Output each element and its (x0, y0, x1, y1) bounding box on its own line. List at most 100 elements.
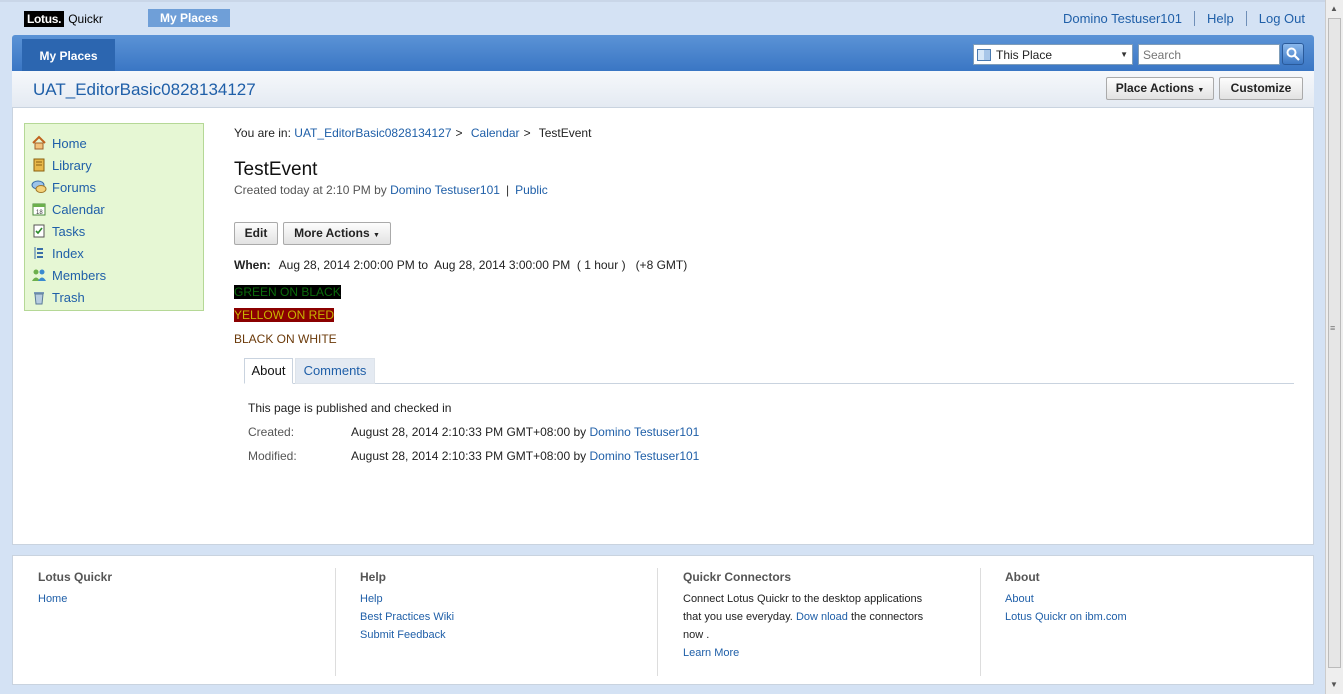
scroll-thumb[interactable] (1328, 18, 1341, 668)
footer-divider (980, 568, 981, 676)
place-grid-icon (977, 48, 991, 61)
dropdown-arrow-icon: ▼ (1120, 50, 1128, 59)
my-places-top-tab[interactable]: My Places (148, 9, 230, 27)
yellow-on-red-text: YELLOW ON RED (234, 308, 335, 322)
breadcrumb-place[interactable]: UAT_EditorBasic0828134127 (294, 126, 451, 140)
forums-icon (31, 180, 47, 193)
scroll-grip-icon: ≡ (1330, 323, 1336, 333)
sidebar-nav: Home Library Forums 18 Calendar Tasks In… (24, 123, 204, 311)
sidebar-item-members[interactable]: Members (25, 264, 203, 286)
chevron-down-icon: ▼ (372, 232, 380, 239)
sidebar-item-index[interactable]: Index (25, 242, 203, 264)
search-input[interactable] (1138, 44, 1280, 65)
footer-heading: Quickr Connectors (683, 570, 792, 584)
sidebar-item-label: Library (52, 157, 92, 173)
customize-button[interactable]: Customize (1219, 77, 1303, 100)
created-text: Created today at 2:10 PM by (234, 183, 387, 197)
tab-comments[interactable]: Comments (295, 358, 375, 384)
modified-label: Modified: (248, 449, 297, 463)
modified-row: Modified: August 28, 2014 2:10:33 PM GMT+… (248, 449, 699, 463)
when-label: When: (234, 258, 271, 272)
scope-select-value: This Place (996, 47, 1053, 62)
sidebar-item-label: Index (52, 245, 84, 261)
sidebar-item-home[interactable]: Home (25, 132, 203, 154)
banner-links: Domino Testuser101 Help Log Out (1051, 11, 1305, 26)
footer-col-about: About About Lotus Quickr on ibm.com (1005, 568, 1295, 676)
top-banner: Lotus. Quickr My Places Domino Testuser1… (0, 0, 1325, 34)
created-label: Created: (248, 425, 295, 439)
edit-button[interactable]: Edit (234, 222, 278, 245)
vertical-scrollbar[interactable]: ▲ ≡ ▼ (1325, 0, 1343, 694)
created-by-link[interactable]: Domino Testuser101 (590, 425, 700, 439)
home-icon (32, 135, 46, 150)
place-title[interactable]: UAT_EditorBasic0828134127 (33, 80, 256, 100)
footer-heading: Help (360, 570, 387, 584)
author-link[interactable]: Domino Testuser101 (390, 183, 500, 197)
title-bar: My Places This Place ▼ (12, 35, 1314, 71)
footer-about-link[interactable]: About (1005, 590, 1295, 608)
chevron-down-icon: ▼ (1197, 87, 1205, 94)
sidebar-item-label: Members (52, 267, 107, 283)
place-actions-label: Place Actions (1115, 81, 1194, 95)
footer-divider (335, 568, 336, 676)
detail-tabs: About Comments (244, 358, 1294, 384)
sidebar-item-label: Home (52, 135, 87, 151)
footer-feedback-link[interactable]: Submit Feedback (360, 626, 650, 644)
sidebar-item-forums[interactable]: Forums (25, 176, 203, 198)
download-link[interactable]: Dow nload (796, 611, 848, 623)
page-title: TestEvent (234, 159, 318, 180)
footer-home-link[interactable]: Home (38, 590, 328, 608)
footer: Lotus Quickr Home Help Help Best Practic… (12, 555, 1314, 685)
scroll-up-icon[interactable]: ▲ (1330, 4, 1338, 13)
library-icon (33, 158, 45, 172)
index-icon (34, 247, 43, 259)
sidebar-item-tasks[interactable]: Tasks (25, 220, 203, 242)
footer-heading: About (1005, 570, 1040, 584)
help-link[interactable]: Help (1193, 11, 1246, 26)
sidebar-item-label: Calendar (52, 201, 105, 217)
sidebar-item-trash[interactable]: Trash (25, 286, 203, 308)
sidebar-item-label: Trash (52, 289, 85, 305)
breadcrumb-calendar[interactable]: Calendar (471, 126, 520, 140)
sidebar-item-label: Forums (52, 179, 97, 195)
svg-text:18: 18 (36, 210, 43, 216)
place-actions-button[interactable]: Place Actions ▼ (1106, 77, 1214, 100)
black-on-white-text: BLACK ON WHITE (234, 332, 337, 346)
lotus-quickr-logo: Lotus. Quickr (24, 10, 103, 28)
learn-more-link[interactable]: Learn More (683, 644, 973, 662)
publish-status: This page is published and checked in (248, 401, 452, 415)
footer-help-link[interactable]: Help (360, 590, 650, 608)
scroll-down-icon[interactable]: ▼ (1330, 680, 1338, 689)
breadcrumb-prefix: You are in: (234, 126, 291, 140)
footer-col-help: Help Help Best Practices Wiki Submit Fee… (360, 568, 650, 676)
page-meta: Created today at 2:10 PM by Domino Testu… (234, 183, 548, 197)
user-link[interactable]: Domino Testuser101 (1051, 11, 1194, 26)
tab-about[interactable]: About (244, 358, 293, 384)
logo-lotus: Lotus. (24, 11, 65, 27)
logout-link[interactable]: Log Out (1245, 11, 1305, 26)
trash-icon (34, 292, 44, 305)
created-row: Created: August 28, 2014 2:10:33 PM GMT+0… (248, 425, 699, 439)
page-content: You are in: UAT_EditorBasic0828134127 > C… (234, 108, 1304, 545)
calendar-icon: 18 (32, 203, 46, 216)
breadcrumb: You are in: UAT_EditorBasic0828134127 > C… (234, 126, 592, 140)
main-content-area: Home Library Forums 18 Calendar Tasks In… (12, 108, 1314, 545)
footer-divider (657, 568, 658, 676)
more-actions-button[interactable]: More Actions ▼ (283, 222, 391, 245)
visibility-link[interactable]: Public (515, 183, 548, 197)
members-icon (32, 269, 46, 281)
footer-ibm-link[interactable]: Lotus Quickr on ibm.com (1005, 608, 1295, 626)
modified-by-link[interactable]: Domino Testuser101 (590, 449, 700, 463)
sidebar-item-calendar[interactable]: 18 Calendar (25, 198, 203, 220)
scope-select[interactable]: This Place ▼ (973, 44, 1133, 65)
footer-col-lotus-quickr: Lotus Quickr Home (38, 568, 328, 676)
place-header: UAT_EditorBasic0828134127 Place Actions … (12, 71, 1314, 108)
search-icon (1286, 47, 1300, 61)
created-value: August 28, 2014 2:10:33 PM GMT+08:00 by (351, 425, 587, 439)
my-places-tab[interactable]: My Places (22, 39, 115, 71)
sidebar-item-label: Tasks (52, 223, 86, 239)
search-button[interactable] (1282, 43, 1304, 65)
when-value: Aug 28, 2014 2:00:00 PM to Aug 28, 2014 … (278, 258, 688, 272)
sidebar-item-library[interactable]: Library (25, 154, 203, 176)
footer-best-practices-link[interactable]: Best Practices Wiki (360, 608, 650, 626)
